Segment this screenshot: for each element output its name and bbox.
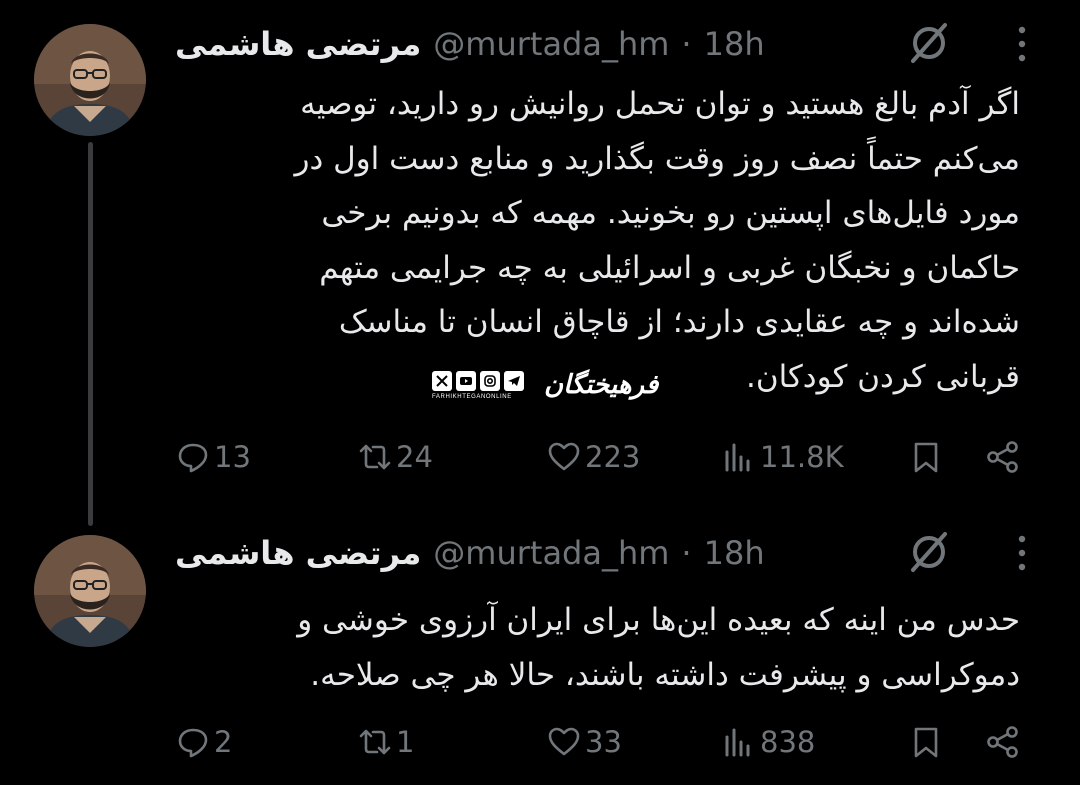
instagram-icon [480,370,500,391]
share-icon [987,441,1018,473]
avatar[interactable] [34,535,146,647]
share-button[interactable] [986,435,1020,479]
tweet-text: حدس من اینه که بعیده این‌ها برای ایران آ… [175,593,1020,702]
share-icon [987,726,1018,758]
reply-icon [178,728,208,758]
youtube-icon [456,370,476,391]
user-handle[interactable]: @murtada_hm [433,534,669,572]
reply-icon [178,443,208,473]
analytics-icon [725,443,750,472]
separator-dot: · [681,25,692,63]
bookmark-button[interactable] [909,435,943,479]
more-options-icon[interactable] [1012,531,1032,575]
repost-button[interactable]: 24 [358,435,433,479]
avatar-photo [34,24,146,136]
separator-dot: · [681,534,692,572]
timestamp[interactable]: 18h [704,534,765,572]
repost-icon [359,444,391,470]
like-count: 33 [585,725,622,759]
analytics-icon [725,728,750,757]
views-button[interactable]: 11.8K [722,435,844,479]
grok-icon[interactable] [905,528,953,576]
timestamp[interactable]: 18h [704,25,765,63]
tweet-text: اگر آدم بالغ هستید و توان تحمل روانیش رو… [175,77,1020,404]
avatar[interactable] [34,24,146,136]
reply-count: 13 [214,440,251,474]
tweet-text-line: شده‌اند و چه عقایدی دارند؛ از قاچاق انسا… [338,304,1020,340]
telegram-icon [504,370,524,391]
tweet-text-line: حدس من اینه که بعیده این‌ها برای ایران آ… [297,602,1020,638]
reply-count: 2 [214,725,233,759]
bookmark-icon [914,727,938,758]
view-count: 838 [760,725,816,759]
reply-button[interactable]: 2 [176,720,232,764]
grok-icon[interactable] [905,19,953,67]
watermark-site: FARHIKHTEGANONLINE [432,393,512,400]
repost-button[interactable]: 1 [358,720,414,764]
like-button[interactable]: 223 [547,435,640,479]
bookmark-icon [914,442,938,473]
watermark-logo: فرهیختگان [544,370,659,400]
more-options-icon[interactable] [1012,22,1032,66]
tweet-header: مرتضی هاشمی @murtada_hm · 18h [175,527,800,579]
like-button[interactable]: 33 [547,720,622,764]
tweet-text-line: می‌کنم حتماً نصف روز وقت بگذارید و منابع… [294,140,1020,177]
repost-count: 24 [396,440,433,474]
view-count: 11.8K [760,440,844,474]
bookmark-button[interactable] [909,720,943,764]
tweet-text-line: دموکراسی و پیشرفت داشته باشند، حالا هر چ… [310,656,1020,693]
heart-icon [548,442,580,471]
heart-icon [548,727,580,756]
tweet-text-line: مورد فایل‌های اپستین رو بخونید. مهمه که … [321,195,1020,231]
repost-icon [359,729,391,755]
user-handle[interactable]: @murtada_hm [433,25,669,63]
x-icon [432,370,452,391]
watermark: FARHIKHTEGANONLINE فرهیختگان [432,362,658,408]
display-name[interactable]: مرتضی هاشمی [175,534,421,572]
like-count: 223 [585,440,641,474]
share-button[interactable] [986,720,1020,764]
tweet-text-line: اگر آدم بالغ هستید و توان تحمل روانیش رو… [300,86,1020,122]
reply-button[interactable]: 13 [176,435,251,479]
display-name[interactable]: مرتضی هاشمی [175,25,421,63]
tweet-text-line: حاکمان و نخبگان غربی و اسرائیلی به چه جر… [319,249,1020,286]
avatar-photo [34,535,146,647]
repost-count: 1 [396,725,415,759]
tweet-header: مرتضی هاشمی @murtada_hm · 18h [175,18,800,70]
views-button[interactable]: 838 [722,720,815,764]
thread-connector-line [88,142,93,526]
watermark-socials: FARHIKHTEGANONLINE [432,370,524,400]
